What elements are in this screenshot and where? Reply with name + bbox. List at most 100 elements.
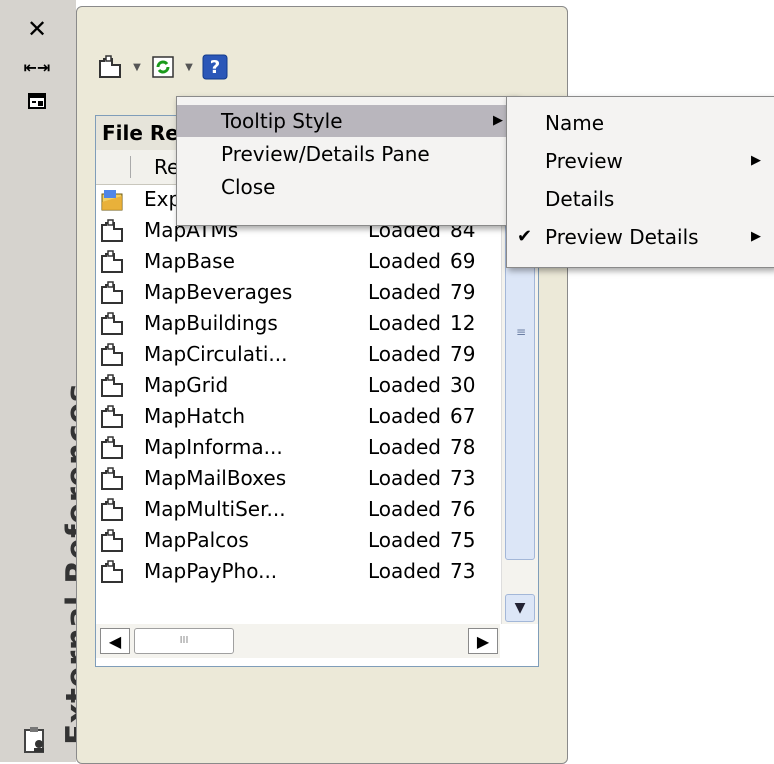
list-item[interactable]: MapHatch Loaded 67 bbox=[96, 401, 498, 432]
reference-rows: Exp MapATMs Loaded 84 MapBase Loaded 69 MapBeve… bbox=[96, 184, 498, 604]
reference-status: Loaded bbox=[368, 528, 441, 552]
submenu-item-name[interactable]: Name bbox=[507, 107, 774, 139]
list-item[interactable]: MapMailBoxes Loaded 73 bbox=[96, 463, 498, 494]
reference-name: MapCirculati... bbox=[144, 342, 288, 366]
list-item[interactable]: MapCirculati... Loaded 79 bbox=[96, 339, 498, 370]
attach-dwg-button[interactable] bbox=[97, 53, 125, 81]
drawing-file-icon bbox=[100, 188, 126, 212]
reference-name: MapPayPho... bbox=[144, 559, 278, 583]
auto-hide-icon[interactable]: ⇤⇥ bbox=[22, 52, 52, 82]
reference-size: 76 bbox=[450, 497, 476, 521]
scroll-left-button[interactable]: ◀ bbox=[100, 628, 130, 654]
reference-status: Loaded bbox=[368, 466, 441, 490]
clipboard-icon[interactable] bbox=[22, 726, 52, 756]
reference-status: Loaded bbox=[368, 559, 441, 583]
reference-name: MapGrid bbox=[144, 373, 229, 397]
submenu-arrow-icon: ▶ bbox=[751, 229, 761, 244]
tooltip-style-submenu: Name Preview ▶ Details ✔ Preview Details ▶ bbox=[506, 96, 774, 268]
xref-icon bbox=[100, 436, 126, 460]
menu-item-tooltip-style[interactable]: Tooltip Style ▶ bbox=[177, 105, 517, 137]
reference-size: 67 bbox=[450, 404, 476, 428]
scroll-down-button[interactable]: ▼ bbox=[505, 594, 535, 622]
list-item[interactable]: MapMultiSer... Loaded 76 bbox=[96, 494, 498, 525]
reference-size: 30 bbox=[450, 373, 476, 397]
attach-dropdown-arrow[interactable]: ▼ bbox=[131, 53, 143, 81]
list-item[interactable]: MapPalcos Loaded 75 bbox=[96, 525, 498, 556]
list-item[interactable]: MapPayPho... Loaded 73 bbox=[96, 556, 498, 587]
toolbar: ▼ ▼ ? bbox=[97, 49, 229, 85]
list-item[interactable]: MapBeverages Loaded 79 bbox=[96, 277, 498, 308]
properties-icon[interactable] bbox=[22, 86, 52, 116]
list-item[interactable]: MapGrid Loaded 30 bbox=[96, 370, 498, 401]
reference-size: 75 bbox=[450, 528, 476, 552]
menu-item-close[interactable]: Close bbox=[177, 171, 517, 203]
reference-status: Loaded bbox=[368, 280, 441, 304]
reference-size: 79 bbox=[450, 342, 476, 366]
xref-icon bbox=[100, 250, 126, 274]
reference-size: 79 bbox=[450, 280, 476, 304]
reference-size: 73 bbox=[450, 466, 476, 490]
reference-name: MapPalcos bbox=[144, 528, 249, 552]
reference-status: Loaded bbox=[368, 311, 441, 335]
submenu-item-label: Name bbox=[545, 111, 605, 135]
menu-item-label: Preview/Details Pane bbox=[221, 142, 430, 166]
menu-item-label: Tooltip Style bbox=[221, 109, 343, 133]
xref-icon bbox=[100, 219, 126, 243]
horizontal-scroll-thumb[interactable]: III bbox=[134, 628, 234, 654]
reference-status: Loaded bbox=[368, 249, 441, 273]
reference-name: MapBeverages bbox=[144, 280, 293, 304]
xref-icon bbox=[100, 312, 126, 336]
reference-status: Loaded bbox=[368, 373, 441, 397]
submenu-item-label: Preview Details bbox=[545, 225, 699, 249]
reference-size: 69 bbox=[450, 249, 476, 273]
reference-status: Loaded bbox=[368, 404, 441, 428]
column-separator[interactable] bbox=[130, 156, 131, 178]
reference-name: MapBuildings bbox=[144, 311, 278, 335]
xref-icon bbox=[100, 281, 126, 305]
horizontal-scrollbar[interactable]: ◀ III ▶ bbox=[96, 624, 500, 658]
xref-icon bbox=[100, 498, 126, 522]
xref-icon bbox=[100, 374, 126, 398]
palette-title-strip: ✕ ⇤⇥ External References bbox=[0, 0, 96, 762]
submenu-item-preview[interactable]: Preview ▶ bbox=[507, 145, 774, 177]
refresh-button[interactable] bbox=[149, 53, 177, 81]
help-icon: ? bbox=[202, 54, 228, 80]
submenu-item-label: Details bbox=[545, 187, 615, 211]
help-button[interactable]: ? bbox=[201, 53, 229, 81]
xref-icon bbox=[100, 529, 126, 553]
xref-icon bbox=[100, 343, 126, 367]
submenu-item-preview-details[interactable]: ✔ Preview Details ▶ bbox=[507, 221, 774, 253]
reference-name: MapMailBoxes bbox=[144, 466, 287, 490]
reference-size: 73 bbox=[450, 559, 476, 583]
vertical-scroll-thumb[interactable]: ≡ bbox=[505, 220, 535, 560]
reference-name: MapBase bbox=[144, 249, 235, 273]
context-menu: Tooltip Style ▶ Preview/Details Pane Close bbox=[176, 96, 518, 226]
reference-name: MapMultiSer... bbox=[144, 497, 286, 521]
reference-status: Loaded bbox=[368, 497, 441, 521]
xref-icon bbox=[100, 405, 126, 429]
attach-dwg-icon bbox=[99, 55, 121, 78]
reference-size: 78 bbox=[450, 435, 476, 459]
submenu-item-details[interactable]: Details bbox=[507, 183, 774, 215]
reference-status: Loaded bbox=[368, 342, 441, 366]
refresh-dropdown-arrow[interactable]: ▼ bbox=[183, 53, 195, 81]
submenu-arrow-icon: ▶ bbox=[493, 113, 503, 128]
reference-status: Loaded bbox=[368, 435, 441, 459]
xref-icon bbox=[100, 560, 126, 584]
list-item[interactable]: MapInforma... Loaded 78 bbox=[96, 432, 498, 463]
menu-item-preview-details-pane[interactable]: Preview/Details Pane bbox=[177, 138, 517, 170]
reference-size: 12 bbox=[450, 311, 476, 335]
menu-item-label: Close bbox=[221, 175, 276, 199]
list-item[interactable]: MapBase Loaded 69 bbox=[96, 246, 498, 277]
xref-icon bbox=[100, 467, 126, 491]
close-icon[interactable]: ✕ bbox=[22, 14, 52, 44]
submenu-arrow-icon: ▶ bbox=[751, 153, 761, 168]
reference-name: MapInforma... bbox=[144, 435, 283, 459]
list-item[interactable]: MapBuildings Loaded 12 bbox=[96, 308, 498, 339]
checkmark-icon: ✔ bbox=[517, 226, 533, 247]
reference-name: MapHatch bbox=[144, 404, 246, 428]
refresh-icon bbox=[152, 56, 174, 78]
scroll-right-button[interactable]: ▶ bbox=[468, 628, 498, 654]
submenu-item-label: Preview bbox=[545, 149, 623, 173]
svg-text:?: ? bbox=[210, 57, 220, 78]
